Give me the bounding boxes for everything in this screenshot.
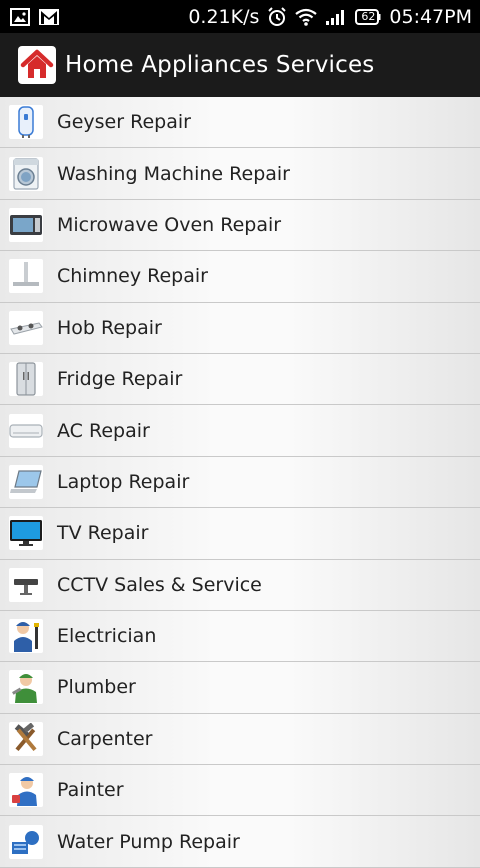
clock: 05:47PM bbox=[389, 5, 472, 28]
washing-machine-icon bbox=[9, 156, 43, 191]
electrician-icon bbox=[9, 619, 43, 654]
list-item-label: Chimney Repair bbox=[57, 265, 208, 288]
tv-icon bbox=[9, 516, 43, 551]
list-item-label: AC Repair bbox=[57, 419, 150, 442]
list-item-label: Geyser Repair bbox=[57, 111, 191, 134]
list-item-microwave-oven-repair[interactable]: Microwave Oven Repair bbox=[0, 200, 480, 252]
list-item-label: Washing Machine Repair bbox=[57, 162, 290, 185]
carpenter-icon bbox=[9, 721, 43, 756]
list-item-label: Hob Repair bbox=[57, 316, 162, 339]
services-list: Geyser Repair Washing Machine Repair Mic… bbox=[0, 97, 480, 868]
list-item-tv-repair[interactable]: TV Repair bbox=[0, 508, 480, 560]
wifi-icon bbox=[295, 8, 318, 26]
network-speed: 0.21K/s bbox=[188, 5, 260, 28]
list-item-electrician[interactable]: Electrician bbox=[0, 611, 480, 663]
list-item-carpenter[interactable]: Carpenter bbox=[0, 714, 480, 766]
microwave-icon bbox=[9, 207, 43, 242]
list-item-label: Microwave Oven Repair bbox=[57, 213, 282, 236]
chimney-icon bbox=[9, 259, 43, 294]
painter-icon bbox=[9, 773, 43, 808]
list-item-label: Fridge Repair bbox=[57, 368, 183, 391]
list-item-label: Plumber bbox=[57, 676, 136, 699]
list-item-label: Electrician bbox=[57, 625, 157, 648]
alarm-icon bbox=[267, 6, 287, 27]
list-item-fridge-repair[interactable]: Fridge Repair bbox=[0, 354, 480, 406]
list-item-label: Carpenter bbox=[57, 727, 153, 750]
list-item-label: Painter bbox=[57, 779, 124, 802]
list-item-label: Laptop Repair bbox=[57, 470, 190, 493]
list-item-washing-machine-repair[interactable]: Washing Machine Repair bbox=[0, 148, 480, 200]
list-item-hob-repair[interactable]: Hob Repair bbox=[0, 303, 480, 354]
signal-icon bbox=[325, 9, 347, 25]
list-item-painter[interactable]: Painter bbox=[0, 765, 480, 817]
house-icon[interactable] bbox=[18, 46, 56, 84]
list-item-laptop-repair[interactable]: Laptop Repair bbox=[0, 457, 480, 509]
list-item-label: CCTV Sales & Service bbox=[57, 573, 262, 596]
battery-icon: 62 bbox=[355, 8, 381, 25]
list-item-cctv-sales-service[interactable]: CCTV Sales & Service bbox=[0, 560, 480, 611]
battery-level: 62 bbox=[361, 9, 376, 23]
status-bar: 0.21K/s 62 05:47PM bbox=[0, 0, 480, 33]
cctv-icon bbox=[9, 567, 43, 602]
geyser-icon bbox=[9, 105, 43, 140]
app-title: Home Appliances Services bbox=[65, 52, 375, 78]
image-notification-icon bbox=[10, 7, 30, 26]
list-item-water-pump-repair[interactable]: Water Pump Repair bbox=[0, 816, 480, 868]
fridge-icon bbox=[9, 362, 43, 397]
laptop-icon bbox=[9, 464, 43, 499]
list-item-chimney-repair[interactable]: Chimney Repair bbox=[0, 251, 480, 303]
list-item-label: TV Repair bbox=[57, 522, 149, 545]
gmail-icon bbox=[38, 8, 60, 26]
plumber-icon bbox=[9, 670, 43, 705]
action-bar: Home Appliances Services bbox=[0, 33, 480, 97]
hob-icon bbox=[9, 310, 43, 345]
list-item-label: Water Pump Repair bbox=[57, 830, 240, 853]
list-item-ac-repair[interactable]: AC Repair bbox=[0, 405, 480, 457]
list-item-plumber[interactable]: Plumber bbox=[0, 662, 480, 714]
ac-icon bbox=[9, 413, 43, 448]
list-item-geyser-repair[interactable]: Geyser Repair bbox=[0, 97, 480, 149]
